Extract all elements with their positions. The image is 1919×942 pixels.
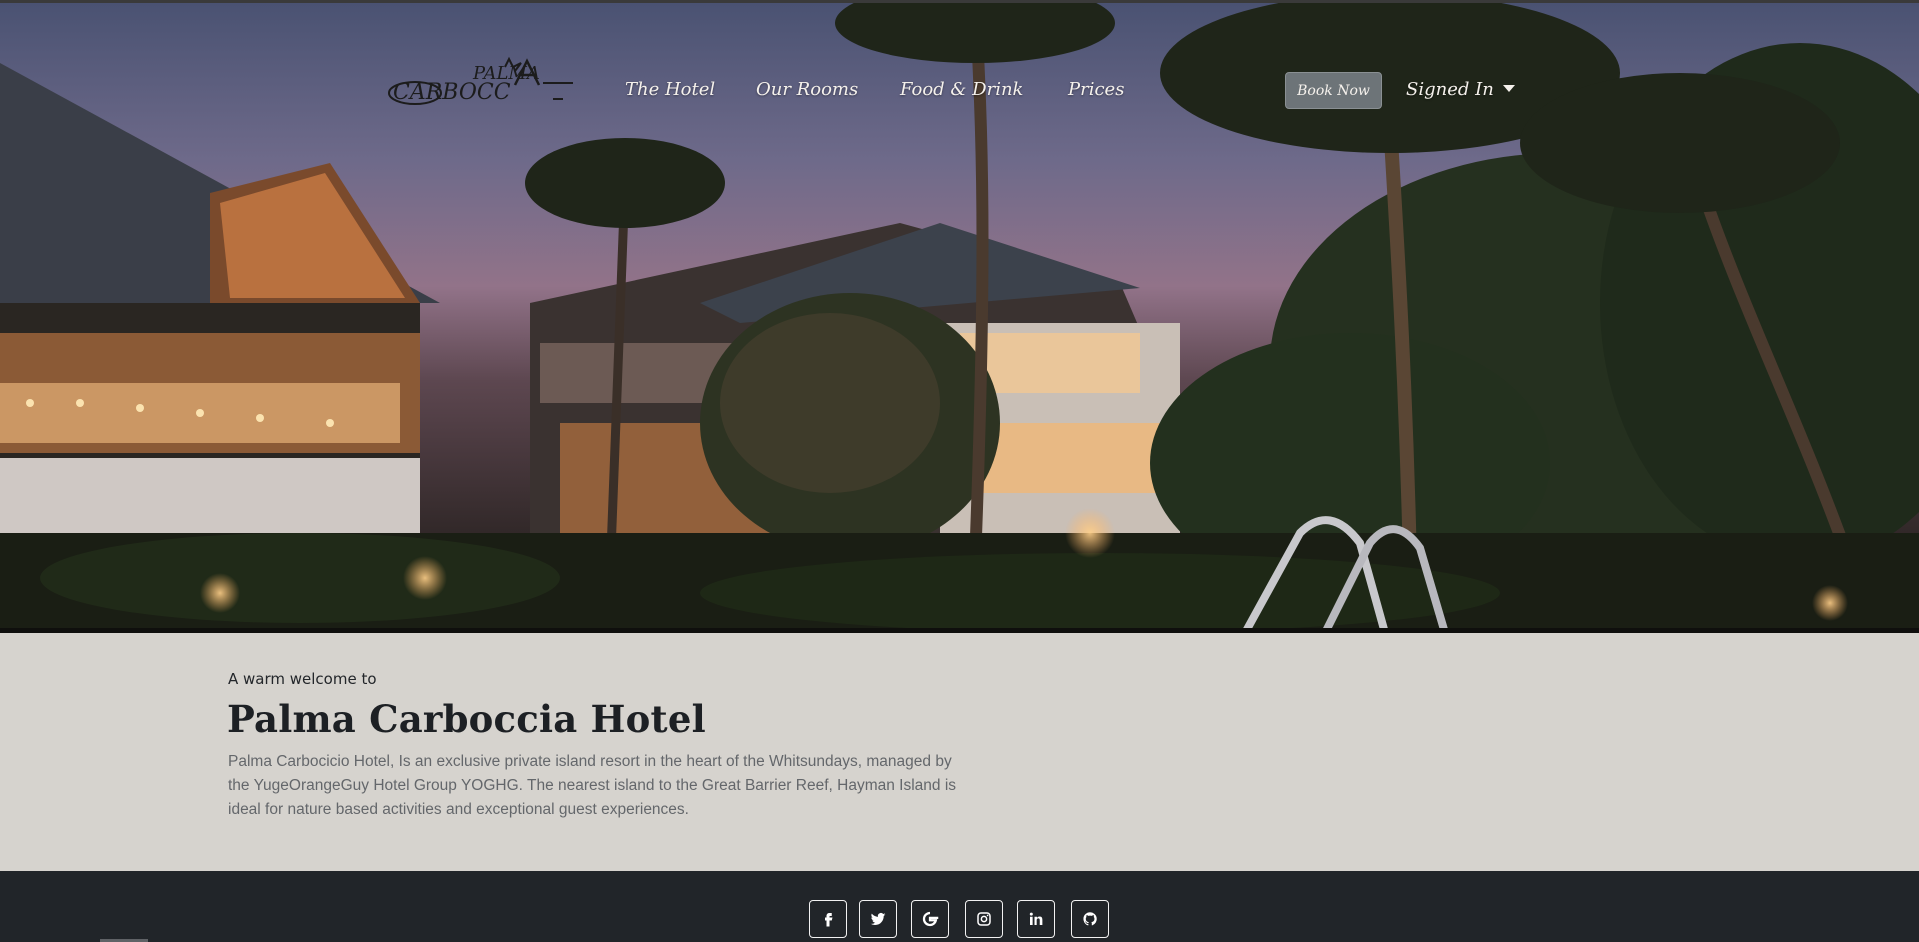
twitter-button[interactable] — [859, 900, 897, 938]
main-navigation: CARBOCC PALMA The Hotel Our Rooms Food &… — [0, 3, 1919, 113]
welcome-title: Palma Carboccia Hotel — [227, 697, 706, 741]
footer — [0, 871, 1919, 942]
twitter-icon — [870, 912, 886, 926]
welcome-description: Palma Carbocicio Hotel, Is an exclusive … — [228, 753, 957, 818]
linkedin-button[interactable] — [1017, 900, 1055, 938]
nav-link-our-rooms[interactable]: Our Rooms — [756, 79, 858, 100]
nav-link-prices[interactable]: Prices — [1068, 79, 1124, 100]
book-now-label: Book Now — [1297, 82, 1370, 99]
github-icon — [1083, 912, 1097, 926]
linkedin-icon — [1029, 912, 1043, 925]
caret-down-icon — [1502, 85, 1515, 92]
logo-mark: CARBOCC PALMA — [388, 56, 573, 105]
facebook-button[interactable] — [809, 900, 847, 938]
account-label: Signed In — [1406, 79, 1494, 100]
hero-banner: CARBOCC PALMA The Hotel Our Rooms Food &… — [0, 3, 1919, 633]
book-now-button[interactable]: Book Now — [1285, 72, 1382, 109]
nav-link-food-drink[interactable]: Food & Drink — [900, 79, 1023, 100]
github-button[interactable] — [1071, 900, 1109, 938]
hotel-logo[interactable]: CARBOCC PALMA — [385, 55, 575, 111]
instagram-icon — [977, 912, 991, 926]
nav-link-the-hotel[interactable]: The Hotel — [625, 79, 715, 100]
facebook-icon — [825, 913, 833, 927]
google-icon — [922, 911, 939, 927]
account-dropdown[interactable]: Signed In — [1406, 79, 1515, 100]
google-button[interactable] — [911, 900, 949, 938]
instagram-button[interactable] — [965, 900, 1003, 938]
welcome-section: A warm welcome to Palma Carboccia Hotel … — [0, 633, 1919, 871]
welcome-kicker: A warm welcome to — [228, 670, 377, 688]
